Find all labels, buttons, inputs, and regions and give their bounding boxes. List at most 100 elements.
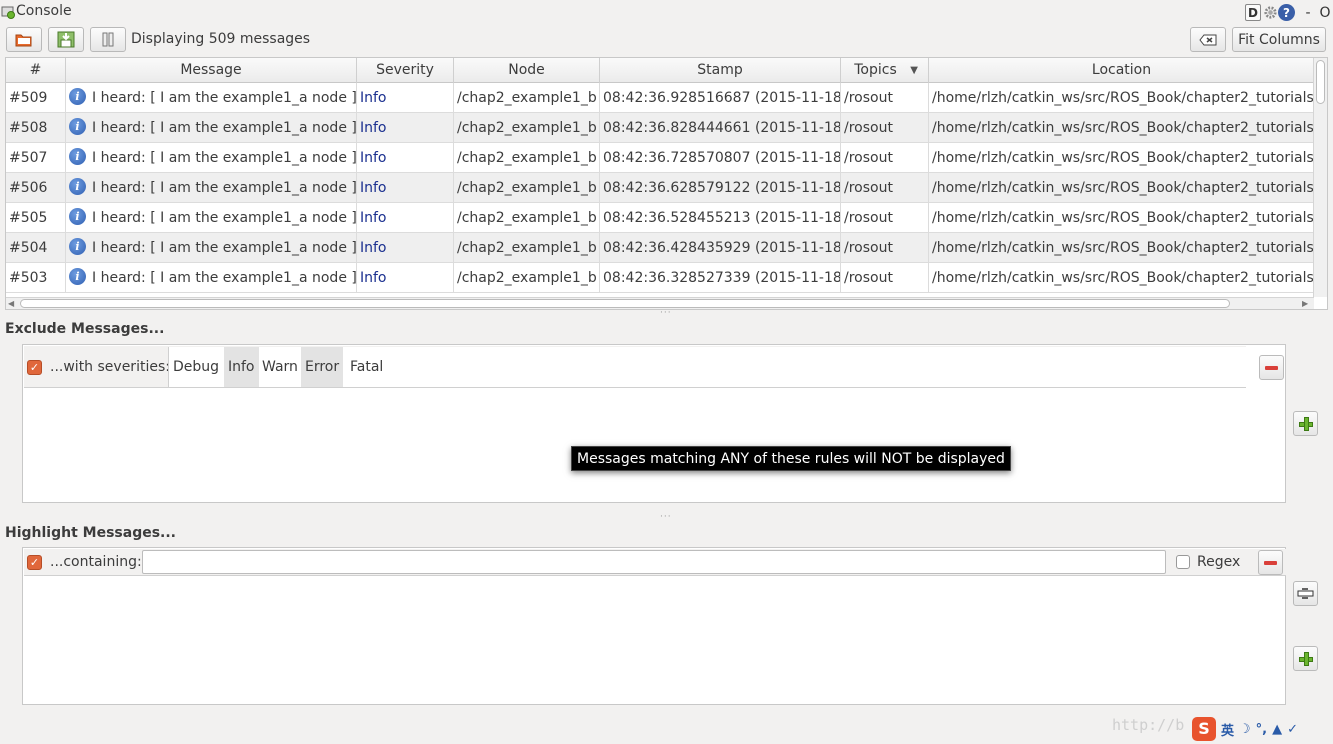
cell-severity: Info (357, 263, 454, 293)
column-header-topics-label: Topics (854, 62, 897, 78)
table-row[interactable]: #503 i I heard: [ I am the example1_a node… (6, 263, 1314, 293)
column-header-topics[interactable]: Topics ▼ (841, 58, 929, 83)
containing-text-input[interactable] (142, 550, 1166, 574)
cell-location: /home/rlzh/catkin_ws/src/ROS_Book/chapte… (929, 143, 1314, 173)
dock-d-button[interactable]: D (1245, 4, 1261, 21)
message-count-status: Displaying 509 messages (131, 31, 311, 47)
vertical-scroll-thumb[interactable] (1316, 60, 1325, 104)
column-header-stamp[interactable]: Stamp (600, 58, 841, 83)
cell-number: #505 (6, 203, 66, 233)
cell-topics: /rosout (841, 263, 929, 293)
table-row[interactable]: #504 i I heard: [ I am the example1_a node… (6, 233, 1314, 263)
table-row[interactable]: #508 i I heard: [ I am the example1_a node… (6, 113, 1314, 143)
cell-number: #509 (6, 83, 66, 113)
cell-topics: /rosout (841, 203, 929, 233)
cell-stamp: 08:42:36.428435929 (2015-11-18) (600, 233, 841, 263)
table-row[interactable]: #506 i I heard: [ I am the example1_a node… (6, 173, 1314, 203)
scroll-right-arrow-icon[interactable]: ▶ (1302, 298, 1308, 309)
table-row[interactable]: #509 i I heard: [ I am the example1_a node… (6, 83, 1314, 113)
cell-message-text: I heard: [ I am the example1_a node ] (92, 210, 357, 226)
severity-rule-checkbox[interactable]: ✓ (27, 360, 42, 375)
folder-open-icon (15, 34, 32, 47)
cell-location: /home/rlzh/catkin_ws/src/ROS_Book/chapte… (929, 233, 1314, 263)
settings-gear-icon[interactable] (1262, 4, 1278, 21)
severity-option-debug[interactable]: Debug (169, 347, 223, 387)
ime-toolbar: S 英 ☽ °, ▲ ✓ (1192, 716, 1298, 742)
containing-rule-row: ✓ ...containing: Regex (24, 549, 1286, 576)
pause-button[interactable] (90, 27, 126, 52)
add-highlight-rule-button[interactable] (1293, 646, 1318, 671)
moon-icon[interactable]: ☽ (1239, 722, 1251, 737)
containing-rule-checkbox[interactable]: ✓ (27, 555, 42, 570)
cell-topics: /rosout (841, 83, 929, 113)
cell-location: /home/rlzh/catkin_ws/src/ROS_Book/chapte… (929, 83, 1314, 113)
exclude-tooltip: Messages matching ANY of these rules wil… (571, 446, 1011, 471)
info-severity-icon: i (69, 208, 86, 225)
horizontal-scroll-thumb[interactable] (20, 299, 1230, 308)
cell-stamp: 08:42:36.728570807 (2015-11-18) (600, 143, 841, 173)
save-icon (57, 31, 75, 48)
severity-option-info[interactable]: Info (224, 347, 259, 387)
clear-icon (1199, 34, 1217, 45)
cell-node: /chap2_example1_b (454, 203, 600, 233)
table-row[interactable]: #505 i I heard: [ I am the example1_a node… (6, 203, 1314, 233)
sogou-logo-icon[interactable]: S (1192, 717, 1216, 741)
containing-rule-label: ...containing: (50, 554, 142, 570)
cell-message: i I heard: [ I am the example1_a node ] (66, 143, 357, 173)
column-header-severity[interactable]: Severity (357, 58, 454, 83)
info-severity-icon: i (69, 88, 86, 105)
wrench-icon[interactable]: ✓ (1287, 722, 1298, 737)
exclude-heading: Exclude Messages... (5, 321, 165, 337)
severity-rule-label: ...with severities: (50, 359, 170, 375)
vertical-scrollbar[interactable] (1313, 58, 1327, 297)
table-row[interactable]: #507 i I heard: [ I am the example1_a node… (6, 143, 1314, 173)
cell-severity: Info (357, 203, 454, 233)
regex-checkbox[interactable] (1176, 555, 1190, 569)
punctuation-icon[interactable]: °, (1256, 722, 1267, 737)
cell-topics: /rosout (841, 113, 929, 143)
remove-highlight-rule-button[interactable] (1258, 550, 1283, 575)
help-icon[interactable]: ? (1278, 4, 1295, 21)
save-button[interactable] (48, 27, 84, 52)
splitter-handle-2[interactable]: ··· (660, 512, 672, 522)
severity-option-error[interactable]: Error (301, 347, 344, 387)
cell-node: /chap2_example1_b (454, 263, 600, 293)
info-severity-icon: i (69, 268, 86, 285)
severity-option-warn[interactable]: Warn (258, 347, 302, 387)
open-file-button[interactable] (6, 27, 42, 52)
window-title: Console (16, 3, 72, 19)
cell-number: #508 (6, 113, 66, 143)
pause-icon (102, 32, 114, 47)
cell-message-text: I heard: [ I am the example1_a node ] (92, 270, 357, 286)
splitter-handle[interactable]: ··· (660, 308, 672, 318)
column-header-location[interactable]: Location (929, 58, 1314, 83)
severity-option-fatal[interactable]: Fatal (346, 347, 387, 387)
cell-severity: Info (357, 83, 454, 113)
column-header-message[interactable]: Message (66, 58, 357, 83)
close-button[interactable]: O (1318, 4, 1332, 21)
column-header-node[interactable]: Node (454, 58, 600, 83)
regex-label: Regex (1197, 554, 1241, 570)
add-exclude-rule-button[interactable] (1293, 411, 1318, 436)
cell-message: i I heard: [ I am the example1_a node ] (66, 233, 357, 263)
column-header-number[interactable]: # (6, 58, 66, 83)
ime-language-label[interactable]: 英 (1221, 720, 1234, 739)
clear-messages-button[interactable] (1190, 27, 1226, 52)
highlight-toggle-button[interactable] (1293, 581, 1318, 606)
cell-number: #507 (6, 143, 66, 173)
fit-columns-button[interactable]: Fit Columns (1232, 27, 1326, 52)
cell-node: /chap2_example1_b (454, 233, 600, 263)
minimize-button[interactable]: - (1302, 4, 1314, 21)
message-table: # Message Severity Node Stamp Topics ▼ L… (5, 57, 1328, 310)
title-bar: Console D ? - O (0, 0, 1333, 24)
highlight-marker-icon (1297, 588, 1314, 599)
remove-exclude-rule-button[interactable] (1259, 355, 1284, 380)
cell-node: /chap2_example1_b (454, 143, 600, 173)
shirt-icon[interactable]: ▲ (1272, 722, 1282, 737)
cell-node: /chap2_example1_b (454, 173, 600, 203)
cell-stamp: 08:42:36.328527339 (2015-11-18) (600, 263, 841, 293)
highlight-rules-panel: ✓ ...containing: Regex (22, 547, 1286, 705)
cell-stamp: 08:42:36.828444661 (2015-11-18) (600, 113, 841, 143)
scroll-left-arrow-icon[interactable]: ◀ (8, 298, 14, 309)
highlight-heading: Highlight Messages... (5, 525, 177, 541)
